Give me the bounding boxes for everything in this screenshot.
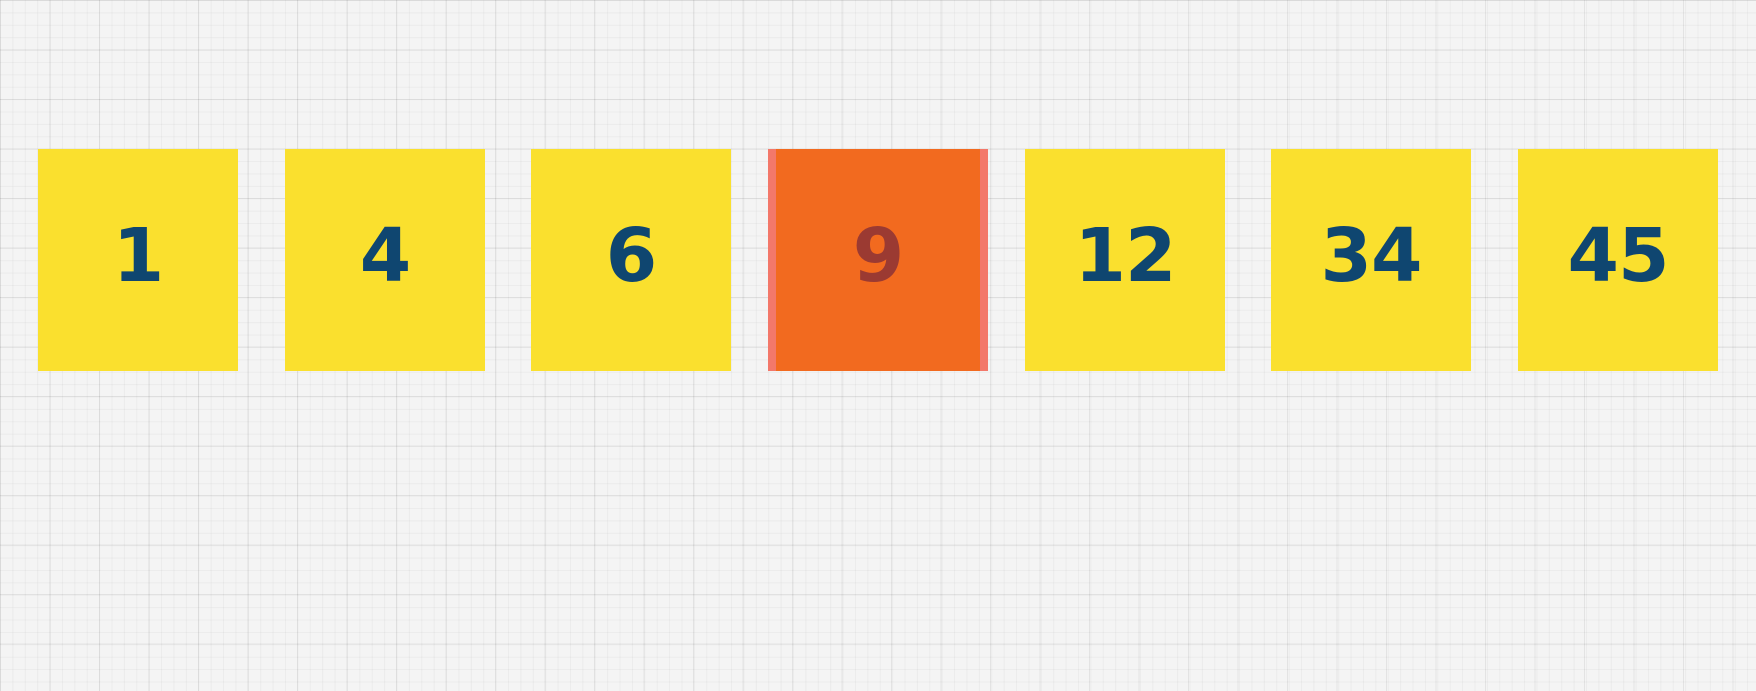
array-cell: 6 (531, 149, 731, 371)
array-cell-highlighted: 9 (768, 149, 988, 371)
array-cell-value: 9 (852, 213, 904, 299)
array-cell-value: 34 (1320, 213, 1423, 299)
array-cell: 1 (38, 149, 238, 371)
array-cell: 12 (1025, 149, 1225, 371)
array-cell-value: 12 (1074, 213, 1177, 299)
array-cell: 34 (1271, 149, 1471, 371)
array-cell: 45 (1518, 149, 1718, 371)
array-cell-value: 45 (1567, 213, 1670, 299)
array-cell-value: 4 (359, 213, 411, 299)
array-diagram: 1 4 6 9 12 34 45 (0, 0, 1756, 691)
array-cell: 4 (285, 149, 485, 371)
array-cell-value: 1 (112, 213, 164, 299)
array-cell-value: 6 (605, 213, 657, 299)
